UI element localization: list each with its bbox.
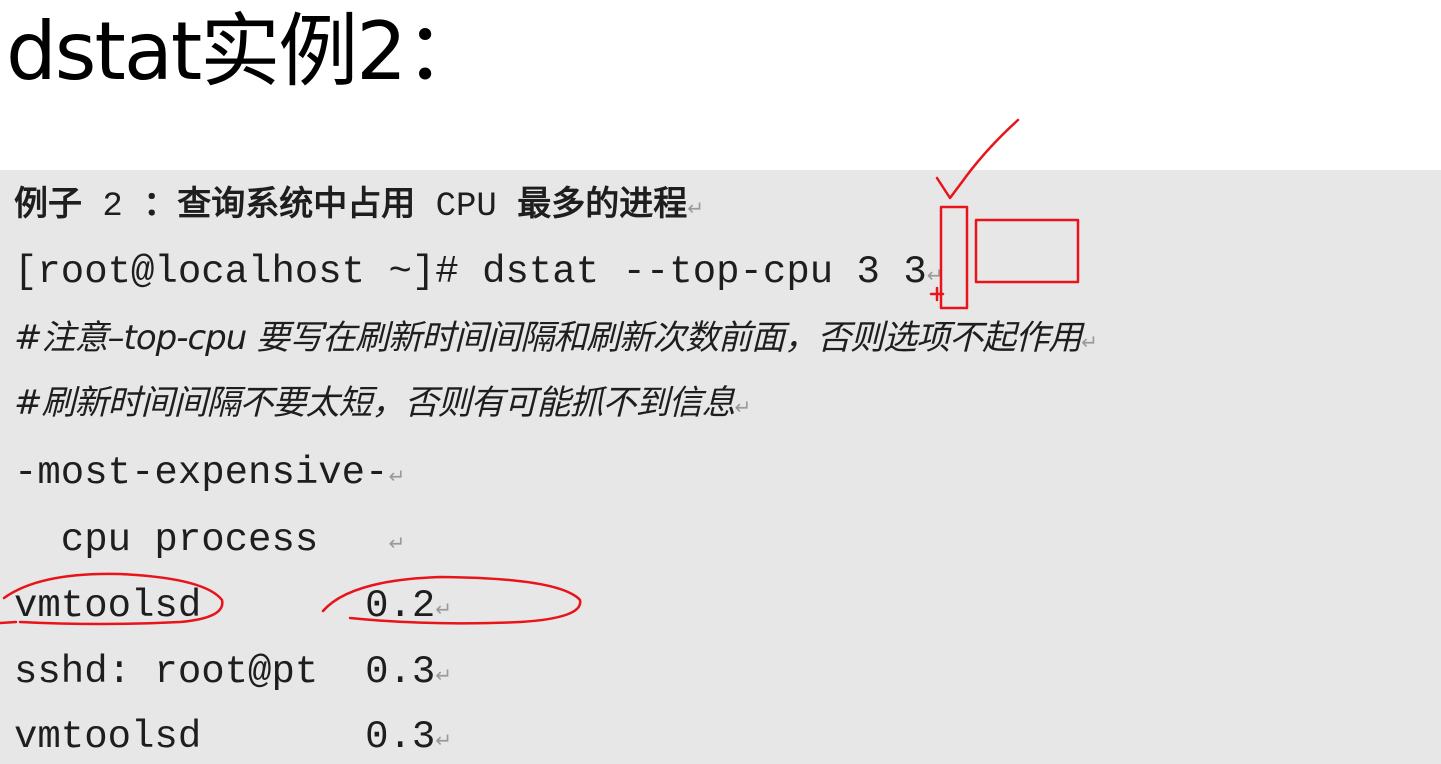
output-row: vmtoolsd 0.3↵ bbox=[14, 710, 452, 764]
cpu-value: 0.3 bbox=[365, 650, 436, 694]
cpu-value: 0.2 bbox=[365, 584, 436, 628]
return-mark: ↵ bbox=[435, 728, 453, 752]
comment-line-1: #注意–top-cpu 要写在刷新时间间隔和刷新次数前面，否则选项不起作用↵ bbox=[14, 318, 1098, 358]
output-header-1: -most-expensive-↵ bbox=[14, 451, 406, 495]
return-mark: ↵ bbox=[1081, 330, 1098, 354]
output-row: sshd: root@pt 0.3↵ bbox=[14, 645, 452, 702]
comment-line-2: #刷新时间间隔不要太短，否则有可能抓不到信息↵ bbox=[14, 383, 752, 423]
return-mark: ↵ bbox=[687, 196, 705, 220]
example-heading: 例子 2 ：查询系统中占用 CPU 最多的进程↵ bbox=[14, 184, 705, 226]
return-mark: ↵ bbox=[734, 395, 752, 419]
process-name: sshd: root@pt bbox=[14, 650, 319, 694]
return-mark: ↵ bbox=[435, 597, 453, 621]
return-mark: ↵ bbox=[435, 663, 453, 687]
output-row: vmtoolsd 0.2↵ bbox=[14, 579, 452, 636]
slide-title: dstat实例2： bbox=[6, 5, 485, 98]
command-line: [root@localhost ~]# dstat --top-cpu 3 3↵ bbox=[14, 250, 944, 294]
process-name: vmtoolsd bbox=[14, 584, 319, 628]
return-mark: ↵ bbox=[388, 464, 406, 488]
output-header-2: cpu process ↵ bbox=[14, 518, 406, 562]
document-excerpt: 例子 2 ：查询系统中占用 CPU 最多的进程↵ [root@localhost… bbox=[0, 170, 1441, 764]
return-mark: ↵ bbox=[926, 263, 944, 287]
cpu-value: 0.3 bbox=[365, 715, 436, 759]
process-name: vmtoolsd bbox=[14, 715, 319, 759]
return-mark: ↵ bbox=[388, 531, 406, 555]
